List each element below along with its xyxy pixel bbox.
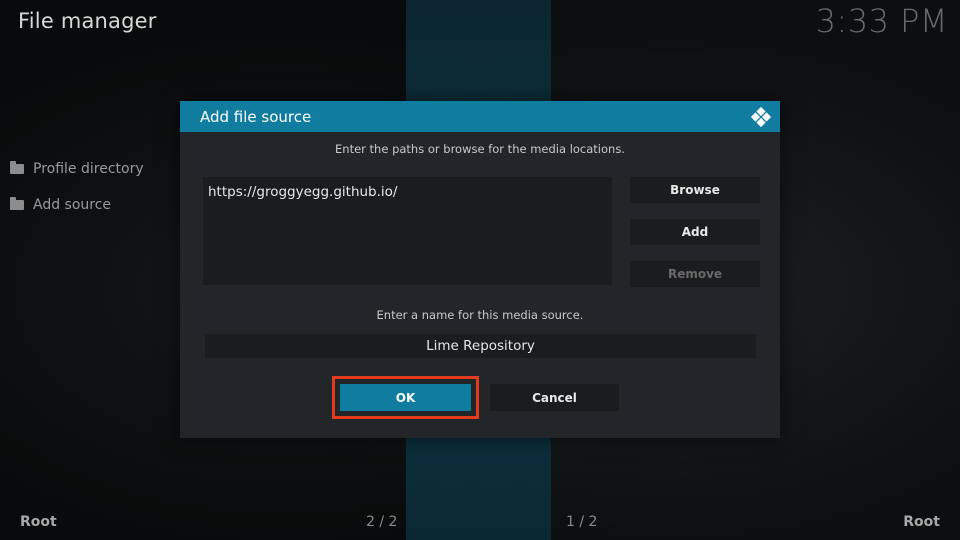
media-source-name-field[interactable]: Lime Repository (205, 334, 756, 358)
folder-icon (10, 197, 24, 210)
clock: 3:33 PM (815, 2, 948, 40)
folder-icon (10, 161, 24, 174)
cancel-button[interactable]: Cancel (490, 384, 619, 411)
dialog-header: Add file source (180, 101, 780, 132)
sidebar-item-label: Profile directory (33, 161, 144, 177)
add-button[interactable]: Add (630, 219, 760, 245)
name-instructions: Enter a name for this media source. (376, 308, 584, 322)
footer-root-right: Root (903, 514, 940, 530)
paths-list[interactable]: https://groggyegg.github.io/ (203, 177, 612, 285)
browse-button[interactable]: Browse (630, 177, 760, 203)
source-list: Profile directory Add source (10, 151, 144, 223)
add-file-source-dialog: Add file source Enter the paths or brows… (180, 101, 780, 438)
window-title: File manager (18, 9, 157, 33)
ok-button[interactable]: OK (340, 384, 471, 411)
path-item[interactable]: https://groggyegg.github.io/ (203, 177, 612, 200)
sidebar-item-label: Add source (33, 197, 112, 213)
sidebar-item-profile-directory[interactable]: Profile directory (10, 151, 144, 187)
remove-button[interactable]: Remove (630, 261, 760, 287)
paths-instructions: Enter the paths or browse for the media … (335, 142, 625, 156)
sidebar-item-add-source[interactable]: Add source (10, 187, 144, 223)
kodi-logo-icon (750, 106, 772, 128)
footer-root-left: Root (20, 514, 57, 530)
footer-page-left: 2 / 2 (366, 514, 398, 530)
footer-page-right: 1 / 2 (566, 514, 598, 530)
dialog-title: Add file source (200, 107, 312, 126)
